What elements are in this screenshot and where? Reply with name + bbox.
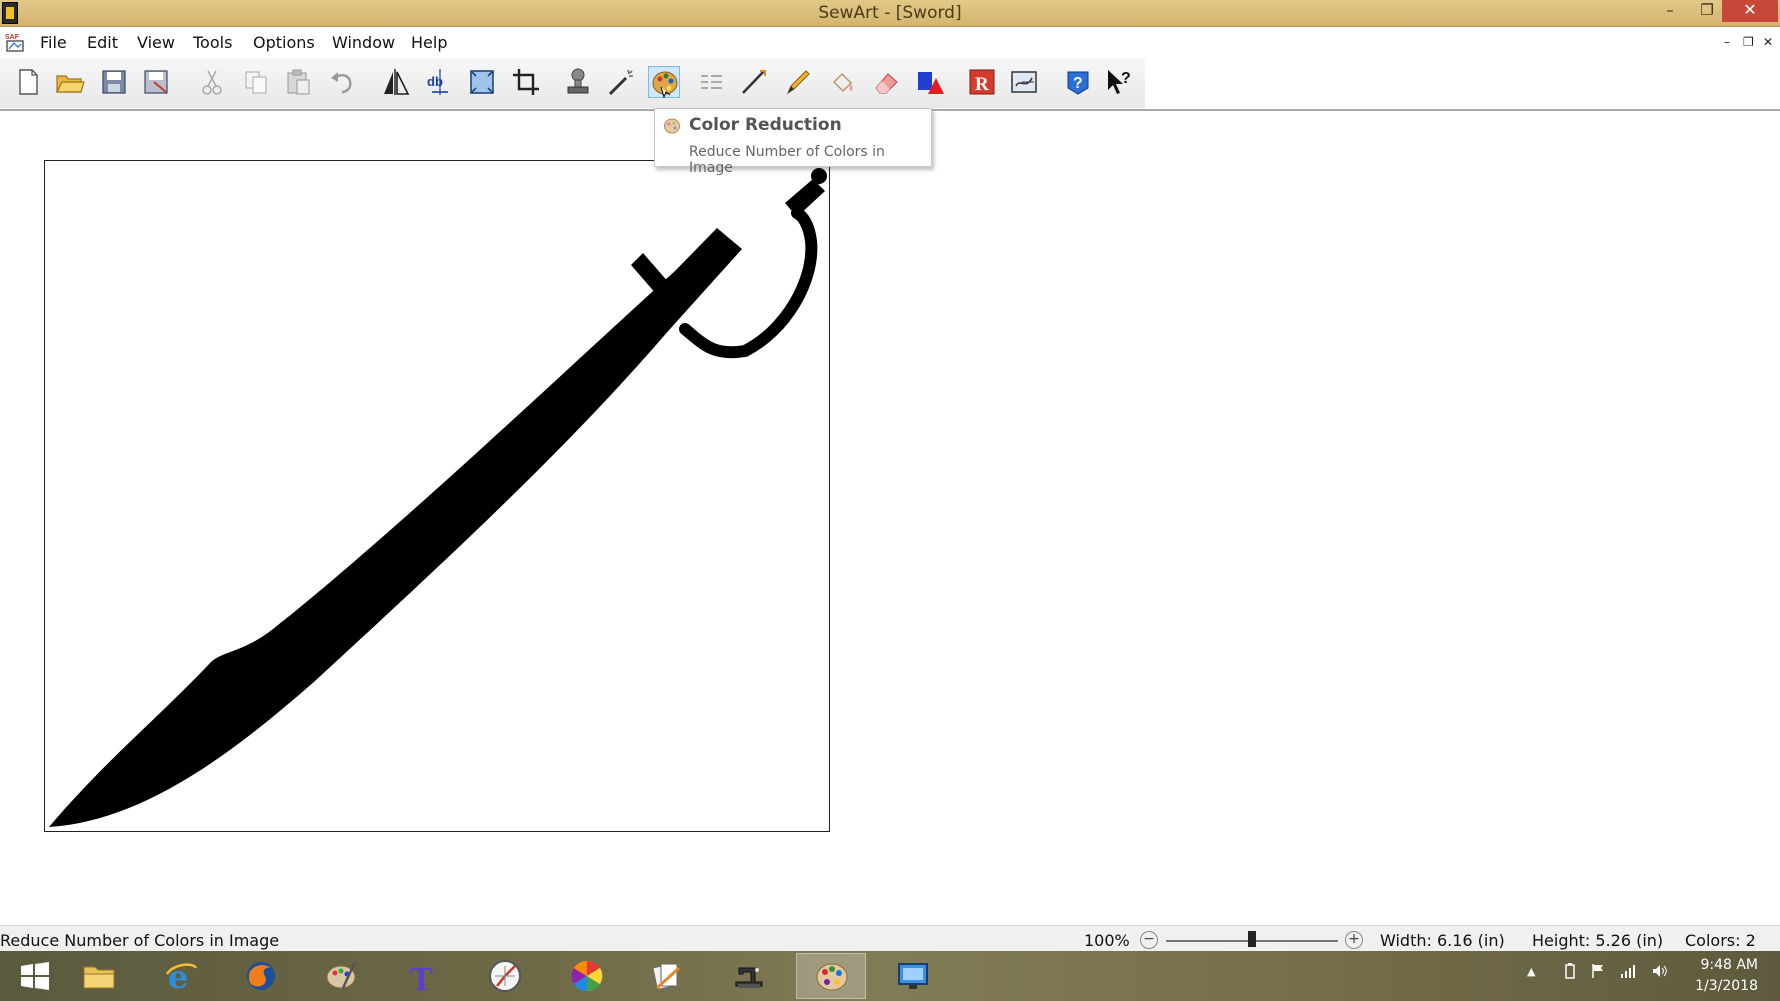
image-width: Width: 6.16 (in) (1380, 931, 1505, 950)
undo-icon[interactable] (326, 66, 358, 98)
volume-icon[interactable] (1652, 963, 1668, 979)
svg-text:R: R (975, 74, 989, 95)
flip-vertical-icon[interactable]: db (424, 66, 456, 98)
action-center-flag-icon[interactable] (1590, 963, 1606, 979)
flip-horizontal-icon[interactable] (380, 66, 412, 98)
open-folder-icon[interactable] (54, 66, 86, 98)
tooltip: Color Reduction Reduce Number of Colors … (654, 108, 932, 176)
zoom-in-button[interactable]: + (1345, 931, 1363, 949)
zoom-level: 100% (1084, 931, 1130, 950)
menu-file[interactable]: File (40, 33, 67, 52)
color-wheel-icon[interactable] (552, 953, 622, 999)
documents-icon[interactable] (632, 953, 702, 999)
paint-palette-icon[interactable] (306, 953, 376, 999)
firefox-icon[interactable] (226, 953, 296, 999)
sewart-icon[interactable] (796, 953, 866, 999)
shapes-icon[interactable] (914, 66, 946, 98)
paste-icon[interactable] (282, 66, 314, 98)
menu-options[interactable]: Options (253, 33, 315, 52)
save-as-icon[interactable] (140, 66, 172, 98)
fill-icon[interactable] (826, 66, 858, 98)
taskbar: e T ▲ 9:48 AM 1/3/2018 (0, 951, 1780, 1001)
svg-text:T: T (410, 961, 433, 994)
pencil-icon[interactable] (782, 66, 814, 98)
magic-wand-icon[interactable] (606, 66, 638, 98)
document-close-button[interactable]: ✕ (1763, 35, 1773, 49)
compass-icon[interactable] (470, 953, 540, 999)
minimize-button[interactable]: – (1655, 0, 1685, 22)
sword-pommel (785, 179, 825, 217)
svg-text:SAF: SAF (5, 34, 20, 41)
text-tool-icon[interactable]: T (388, 953, 458, 999)
svg-text:?: ? (1073, 75, 1083, 92)
sewing-machine-icon[interactable] (714, 953, 784, 999)
window-title: SewArt - [Sword] (818, 3, 962, 23)
line-tool-icon[interactable] (738, 66, 770, 98)
status-bar: Reduce Number of Colors in Image 100% − … (0, 925, 1780, 951)
crop-icon[interactable] (510, 66, 542, 98)
tooltip-description: Reduce Number of Colors in Image (689, 144, 885, 176)
start-icon[interactable] (0, 953, 70, 999)
new-file-icon[interactable] (12, 66, 44, 98)
color-reduction-icon[interactable] (648, 66, 680, 99)
svg-text:?: ? (1121, 70, 1131, 87)
resize-icon[interactable] (466, 66, 498, 98)
document-minimize-button[interactable]: – (1724, 35, 1730, 49)
file-explorer-icon[interactable] (64, 953, 134, 999)
show-hidden-icons-icon[interactable]: ▲ (1527, 965, 1543, 981)
title-bar: SewArt - [Sword] – ❐ ✕ (0, 0, 1780, 27)
close-button[interactable]: ✕ (1722, 0, 1778, 22)
cut-icon[interactable] (196, 66, 228, 98)
zoom-slider-thumb[interactable] (1248, 931, 1256, 947)
copy-icon[interactable] (240, 66, 272, 98)
toolbar: db R ? ? (0, 58, 1145, 108)
color-reduction-icon (664, 118, 680, 134)
menu-tools[interactable]: Tools (193, 33, 232, 52)
image-height: Height: 5.26 (in) (1532, 931, 1664, 950)
clock-date[interactable]: 1/3/2018 (1690, 978, 1758, 994)
zoom-out-button[interactable]: − (1140, 931, 1158, 949)
eraser-icon[interactable] (870, 66, 902, 98)
menu-bar: SAF File Edit View Tools Options Window … (0, 28, 1780, 56)
stamp-icon[interactable] (562, 66, 594, 98)
sword-blade (49, 228, 742, 827)
merge-colors-icon[interactable] (696, 66, 728, 98)
save-icon[interactable] (98, 66, 130, 98)
tooltip-title: Color Reduction (689, 115, 842, 135)
display-icon[interactable] (878, 953, 948, 999)
network-icon[interactable] (1620, 963, 1636, 979)
internet-explorer-icon[interactable]: e (146, 953, 216, 999)
color-count: Colors: 2 (1685, 931, 1756, 950)
whats-this-icon[interactable]: ? (1104, 66, 1136, 98)
image-canvas[interactable] (44, 160, 830, 832)
menu-edit[interactable]: Edit (87, 33, 118, 52)
document-restore-button[interactable]: ❐ (1743, 35, 1754, 49)
help-icon[interactable]: ? (1062, 66, 1094, 98)
battery-icon[interactable] (1562, 963, 1578, 979)
red-r-icon[interactable]: R (966, 66, 998, 98)
status-message: Reduce Number of Colors in Image (0, 931, 280, 950)
clock-time[interactable]: 9:48 AM (1700, 957, 1758, 973)
menu-window[interactable]: Window (332, 33, 395, 52)
save-embroidery-icon[interactable] (1008, 66, 1040, 98)
maximize-button[interactable]: ❐ (1692, 0, 1722, 22)
document-icon[interactable]: SAF (4, 31, 28, 53)
menu-help[interactable]: Help (411, 33, 447, 52)
sword-image (49, 168, 827, 827)
sewart-window: SewArt - [Sword] – ❐ ✕ SAF File Edit Vie… (0, 0, 1780, 1001)
menu-view[interactable]: View (137, 33, 175, 52)
